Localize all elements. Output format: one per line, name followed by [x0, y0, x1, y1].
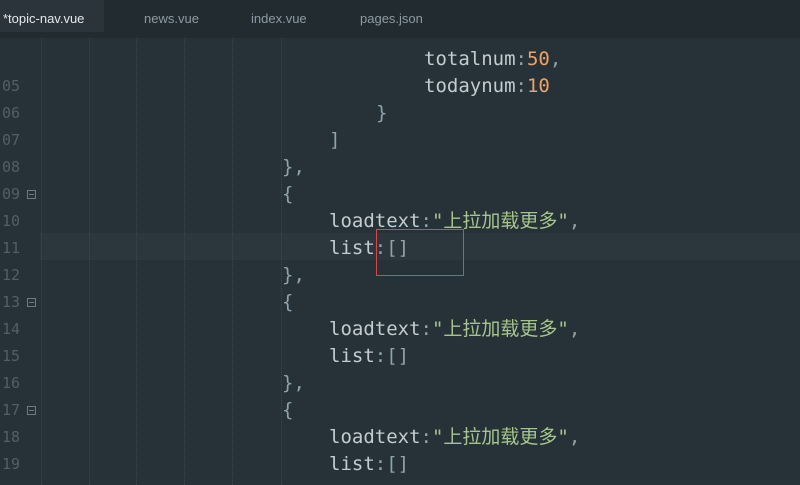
code-line: 09 }, [0, 154, 800, 203]
code-text: ] [329, 129, 341, 151]
code-line: 10 { [0, 181, 800, 230]
code-text: { [282, 291, 294, 313]
code-line: 16 list:[] [0, 343, 800, 392]
code-text: list:[] [329, 453, 410, 475]
tab-topic-nav-vue[interactable]: *topic-nav.vue [0, 0, 105, 32]
code-line: 07 } [0, 100, 800, 149]
code-line: 19 loadtext:"上拉加载更多", [0, 424, 800, 473]
code-line: 18 { [0, 397, 800, 446]
code-text: }, [282, 156, 305, 178]
selection-highlight-box [376, 229, 464, 276]
code-text: totalnum:50, [424, 48, 562, 70]
code-editor[interactable]: 05 totalnum:50, 06 todaynum:10 07 } 08 ]… [0, 38, 800, 485]
fold-toggle-icon[interactable] [27, 190, 36, 199]
code-text: } [376, 102, 388, 124]
code-line: 06 todaynum:10 [0, 73, 800, 122]
fold-toggle-icon[interactable] [27, 298, 36, 307]
tab-index-vue[interactable]: index.vue [251, 0, 307, 30]
code-line: 17 }, [0, 370, 800, 419]
line-number: 20 [0, 478, 20, 485]
code-text: list:[] [329, 345, 410, 367]
code-text: { [282, 399, 294, 421]
code-text: { [282, 183, 294, 205]
code-line: 14 { [0, 289, 800, 338]
fold-toggle-icon[interactable] [27, 406, 36, 415]
code-text: loadtext:"上拉加载更多", [329, 318, 581, 340]
code-text: }, [282, 264, 305, 286]
tab-news-vue[interactable]: news.vue [144, 0, 199, 30]
editor-tab-bar: *topic-nav.vue news.vue index.vue pages.… [0, 0, 800, 38]
code-line: 15 loadtext:"上拉加载更多", [0, 316, 800, 365]
code-line: 20 list:[] [0, 451, 800, 485]
code-text: loadtext:"上拉加载更多", [329, 426, 581, 448]
tab-pages-json[interactable]: pages.json [360, 0, 423, 30]
code-line: 08 ] [0, 127, 800, 176]
code-text: }, [282, 372, 305, 394]
code-line: 05 totalnum:50, [0, 46, 800, 95]
code-text: todaynum:10 [424, 75, 550, 97]
